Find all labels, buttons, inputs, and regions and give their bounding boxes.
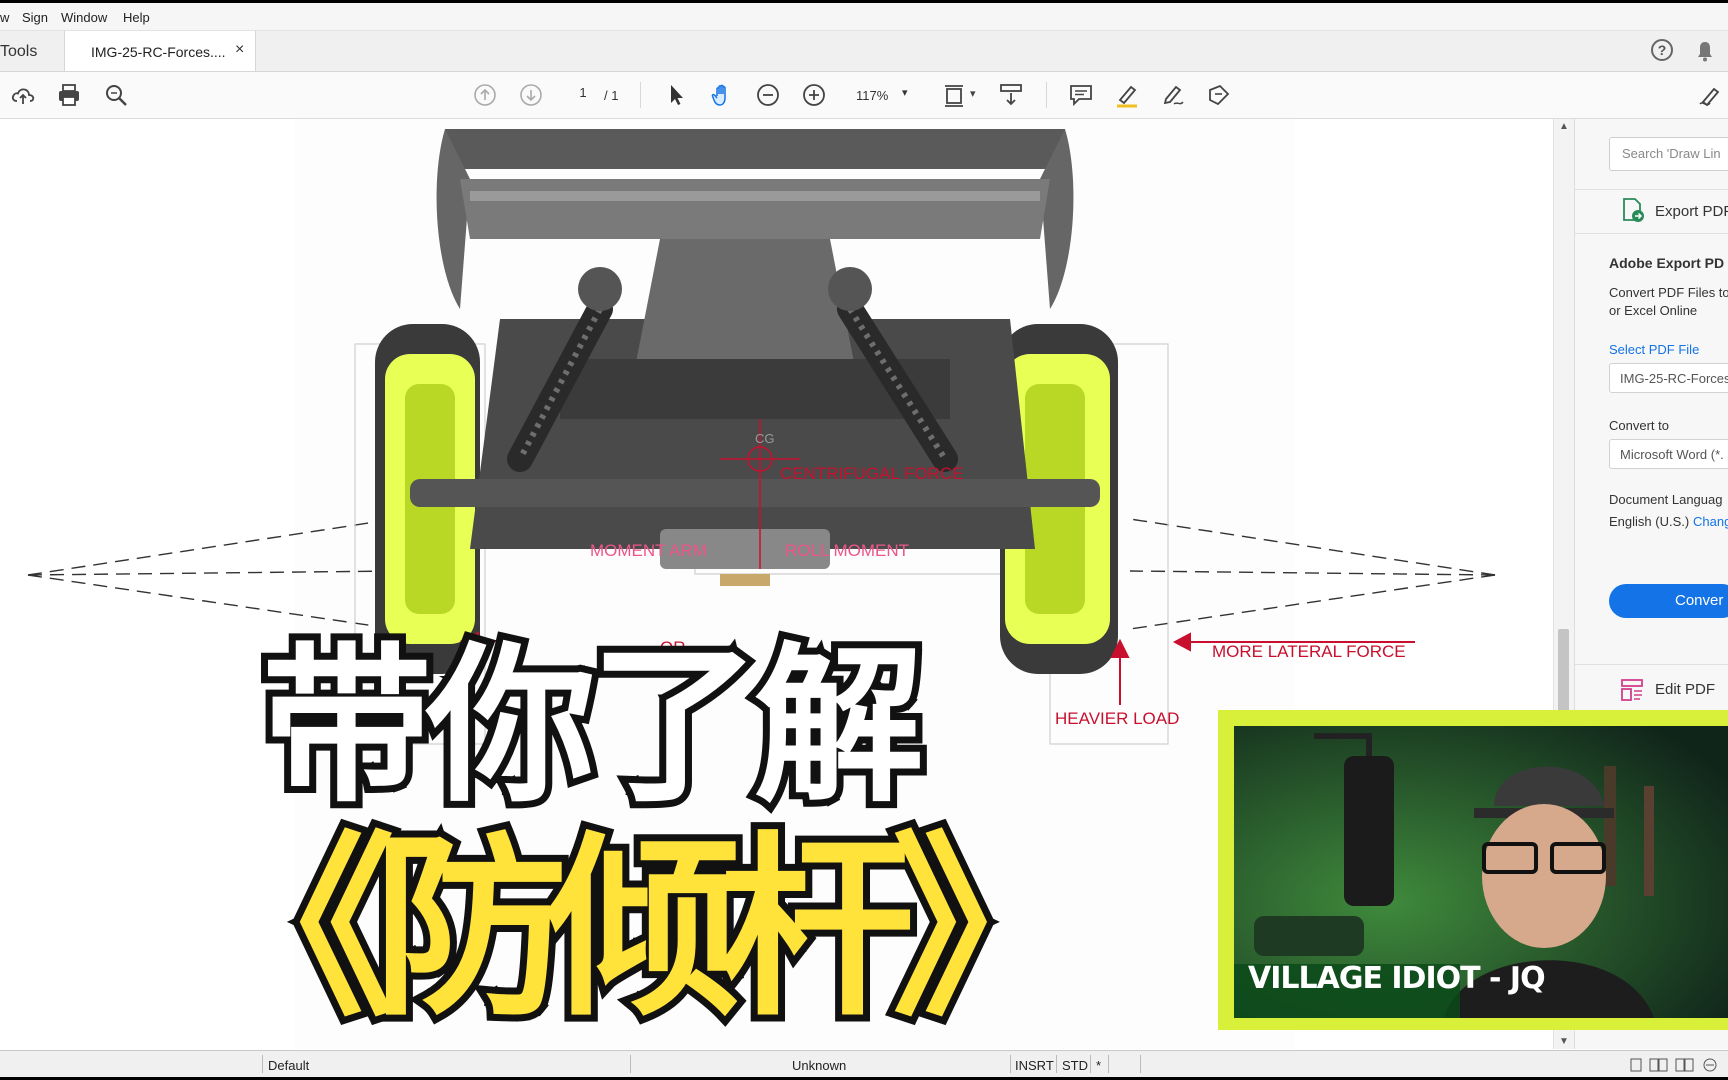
- moment-arm-label: MOMENT ARM: [590, 541, 707, 560]
- page-number-input[interactable]: 1: [566, 85, 600, 105]
- status-insert-mode: INSRT: [1015, 1058, 1054, 1073]
- export-pdf-icon[interactable]: [1621, 197, 1645, 223]
- toolbar-divider: [640, 82, 641, 108]
- zoom-select[interactable]: 117% ▾: [848, 85, 914, 105]
- selected-file-field[interactable]: IMG-25-RC-Forces: [1609, 363, 1728, 393]
- highlight-pen-icon[interactable]: [1114, 82, 1140, 108]
- heavier-load-label: HEAVIER LOAD: [1055, 709, 1179, 728]
- menu-help[interactable]: Help: [123, 10, 150, 25]
- format-select[interactable]: Microsoft Word (*.: [1609, 439, 1728, 469]
- fit-chevron-icon[interactable]: ▾: [970, 87, 976, 100]
- scroll-up-icon[interactable]: ▲: [1559, 121, 1569, 132]
- status-divider: [262, 1055, 263, 1073]
- comment-icon[interactable]: [1068, 82, 1094, 108]
- sign-pen-icon[interactable]: [1698, 82, 1724, 108]
- toolbar: 1 / 1 117% ▾ ▾: [0, 72, 1728, 119]
- scroll-mode-icon[interactable]: [998, 82, 1024, 108]
- cloud-upload-icon[interactable]: [10, 82, 36, 108]
- status-divider: [630, 1055, 631, 1073]
- bell-icon[interactable]: [1696, 40, 1714, 62]
- edit-pdf-icon[interactable]: [1619, 677, 1645, 703]
- panel-divider: [1575, 664, 1728, 665]
- cg-label: CG: [755, 431, 775, 446]
- convert-button[interactable]: Conver: [1609, 584, 1728, 618]
- status-divider: [1140, 1055, 1141, 1073]
- zoom-out-icon[interactable]: [755, 82, 781, 108]
- presenter-name: VILLAGE IDIOT - JQ: [1248, 961, 1546, 996]
- export-heading: Adobe Export PD: [1609, 255, 1725, 271]
- chevron-down-icon: ▾: [902, 87, 908, 99]
- centrifugal-force-label: CENTRIFUGAL FORCE: [780, 464, 964, 483]
- draw-freeform-icon[interactable]: [1160, 82, 1186, 108]
- tab-document[interactable]: IMG-25-RC-Forces.... ×: [64, 31, 256, 71]
- print-icon[interactable]: [56, 82, 82, 108]
- export-desc-line1: Convert PDF Files to: [1609, 285, 1728, 300]
- next-page-icon[interactable]: [518, 82, 544, 108]
- zoom-in-icon[interactable]: [801, 82, 827, 108]
- close-tab-icon[interactable]: ×: [235, 41, 244, 59]
- menu-sign[interactable]: Sign: [22, 10, 48, 25]
- status-modified: *: [1096, 1058, 1102, 1073]
- page-total: / 1: [604, 88, 619, 103]
- menu-window[interactable]: Window: [61, 10, 107, 25]
- menu-bar: w Sign Window Help: [0, 3, 1728, 31]
- scroll-down-icon[interactable]: ▼: [1559, 1036, 1569, 1047]
- status-unknown: Unknown: [792, 1058, 847, 1073]
- change-language-link[interactable]: Chang: [1693, 514, 1728, 529]
- panel-divider: [1575, 233, 1728, 234]
- acrobat-window: w Sign Window Help Tools IMG-25-RC-Force…: [0, 3, 1728, 1077]
- more-lateral-force-label: MORE LATERAL FORCE: [1212, 642, 1406, 661]
- status-divider: [1108, 1055, 1109, 1073]
- stamp-icon[interactable]: [1206, 82, 1232, 108]
- status-default: Default: [268, 1058, 310, 1073]
- webcam-video: VILLAGE IDIOT - JQ: [1234, 726, 1728, 1018]
- edit-pdf-tool[interactable]: Edit PDF: [1655, 681, 1715, 698]
- export-desc-line2: or Excel Online: [1609, 303, 1698, 318]
- status-divider: [1090, 1055, 1091, 1073]
- view-mode-icons[interactable]: [1630, 1057, 1720, 1073]
- tools-search-input[interactable]: Search 'Draw Lin: [1609, 137, 1728, 171]
- select-pdf-file-link[interactable]: Select PDF File: [1609, 342, 1699, 357]
- status-bar: Default Unknown INSRT STD *: [0, 1050, 1728, 1077]
- panel-divider: [1575, 189, 1728, 190]
- toolbar-divider: [1046, 82, 1047, 108]
- menu-view[interactable]: w: [0, 10, 9, 25]
- prev-page-icon[interactable]: [472, 82, 498, 108]
- status-divider: [1056, 1055, 1057, 1073]
- zoom-value: 117%: [856, 88, 889, 103]
- document-language-label: Document Languag: [1609, 492, 1723, 507]
- help-icon[interactable]: ?: [1651, 39, 1673, 61]
- tab-document-title: IMG-25-RC-Forces....: [91, 44, 226, 60]
- status-std: STD: [1062, 1058, 1088, 1073]
- convert-to-label: Convert to: [1609, 418, 1669, 433]
- fit-page-icon[interactable]: [942, 82, 968, 108]
- select-cursor-icon[interactable]: [663, 82, 689, 108]
- webcam-overlay: VILLAGE IDIOT - JQ: [1218, 710, 1728, 1030]
- status-divider: [1010, 1055, 1011, 1073]
- export-pdf-tool[interactable]: Export PDF: [1655, 203, 1728, 220]
- overlay-title-line2: 《防倾杆》: [193, 808, 1094, 1049]
- tab-bar: Tools IMG-25-RC-Forces.... × ?: [0, 31, 1728, 72]
- language-value: English (U.S.): [1609, 514, 1690, 529]
- roll-moment-label: ROLL MOMENT: [785, 541, 909, 560]
- hand-tool-icon[interactable]: [709, 82, 735, 108]
- tab-tools[interactable]: Tools: [0, 43, 37, 61]
- search-icon[interactable]: [103, 82, 129, 108]
